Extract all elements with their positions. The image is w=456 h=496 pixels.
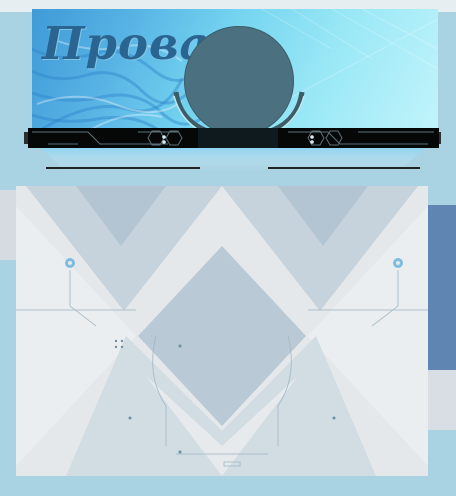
backdrop-right-light-block [428, 370, 456, 430]
panel-geometric-background [16, 186, 428, 476]
bar-glow [40, 148, 425, 170]
result-panel [16, 186, 428, 476]
title-bar-divider [28, 128, 439, 148]
hex-circuit-pattern [32, 128, 434, 148]
player-avatar [184, 26, 294, 136]
backdrop-right-block [428, 205, 456, 370]
